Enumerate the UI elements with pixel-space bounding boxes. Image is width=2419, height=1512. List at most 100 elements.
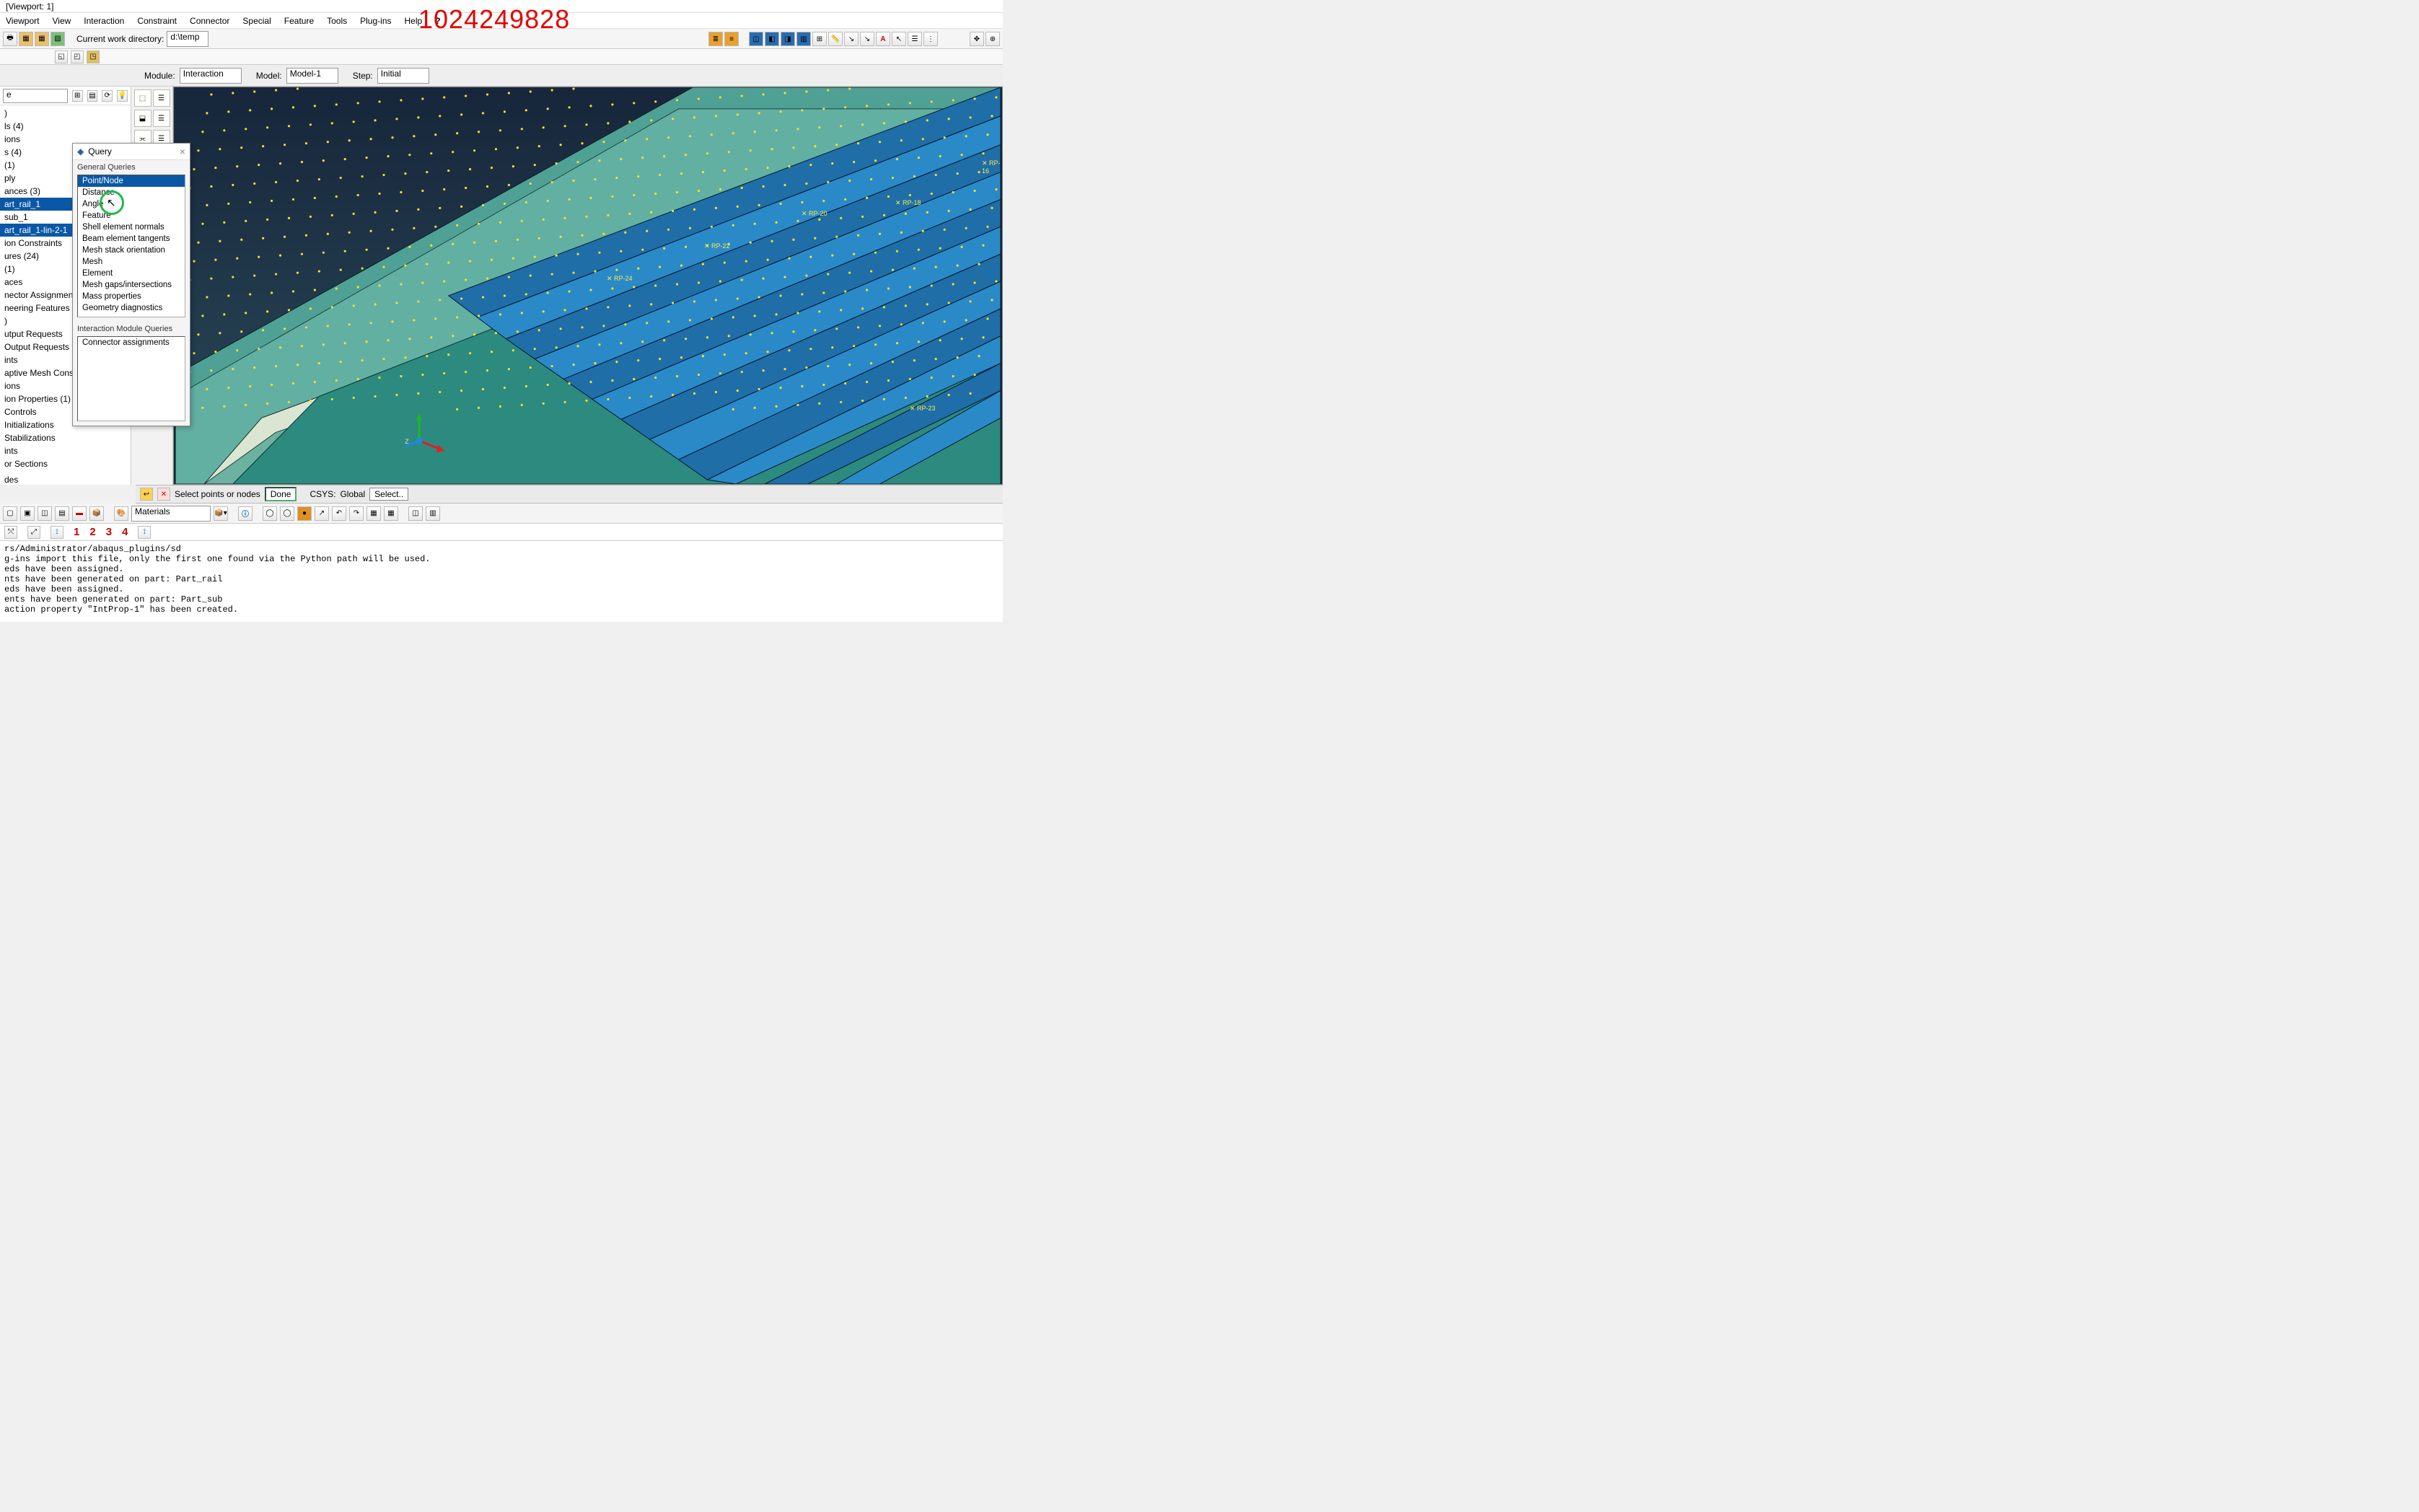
lt-layout2-icon[interactable]: ▥ <box>426 506 440 521</box>
lt-icon-5[interactable]: ▬ <box>72 506 87 521</box>
annotate-a-icon[interactable]: A <box>876 32 890 46</box>
box3-icon[interactable]: ▨ <box>51 32 65 46</box>
query-item[interactable]: Connector assignments <box>78 337 185 348</box>
tree-item[interactable]: or Sections <box>0 457 131 470</box>
shade-icon[interactable]: ≡ <box>724 32 739 46</box>
menu-tools[interactable]: Tools <box>327 16 347 26</box>
lt-circle1-icon[interactable]: ◯ <box>263 506 277 521</box>
message-area[interactable]: rs/Administrator/abaqus_plugins/sd g-ins… <box>0 541 1003 622</box>
query-item[interactable]: Element <box>78 268 185 279</box>
model-select[interactable]: Model-1 <box>286 68 338 84</box>
shade-wire-icon[interactable]: ≣ <box>708 32 723 46</box>
viewport-3d[interactable]: z ✕ RP-14✕ RP-16✕ RP-18✕ RP-20✕ RP-22✕ R… <box>173 87 1003 485</box>
axis-triad-icon[interactable]: ⟟ <box>51 526 63 539</box>
query-item[interactable]: Shell element normals <box>78 221 185 233</box>
query-item[interactable]: Distance <box>78 187 185 198</box>
lt-palette-icon[interactable]: 🎨 <box>114 506 128 521</box>
prompt-cancel-icon[interactable]: ✕ <box>157 488 170 501</box>
tree-item[interactable]: ) <box>0 107 131 120</box>
tree-item[interactable]: ints <box>0 444 131 457</box>
pan-icon[interactable]: ✥ <box>970 32 984 46</box>
menu-interaction[interactable]: Interaction <box>84 16 124 26</box>
query-item[interactable]: Geometry diagnostics <box>78 302 185 314</box>
shaded-cube-icon[interactable]: ◳ <box>87 50 100 63</box>
tree-item[interactable]: des <box>0 473 131 485</box>
query-item[interactable]: Mass properties <box>78 291 185 302</box>
tree-item[interactable]: ls (4) <box>0 120 131 133</box>
axis-triad2-icon[interactable]: ⟟ <box>138 526 151 539</box>
select-csys-button[interactable]: Select.. <box>369 488 408 501</box>
tree-item[interactable]: Stabilizations <box>0 431 131 444</box>
ruler-icon[interactable]: 📏 <box>828 32 843 46</box>
tree-filter-select[interactable]: e <box>3 89 68 103</box>
menu-connector[interactable]: Connector <box>190 16 229 26</box>
cursor-icon[interactable]: ↖ <box>892 32 906 46</box>
datum-4[interactable]: 4 <box>122 526 128 538</box>
lt-icon-6[interactable]: 📦 <box>89 506 104 521</box>
step-select[interactable]: Initial <box>377 68 429 84</box>
arrow-icon[interactable]: ↘ <box>860 32 874 46</box>
menu-constraint[interactable]: Constraint <box>137 16 177 26</box>
tool-create-interaction-icon[interactable]: ⬚ <box>134 89 152 107</box>
tree-lightbulb-icon[interactable]: 💡 <box>117 90 128 102</box>
menu-view[interactable]: View <box>52 16 71 26</box>
query-item[interactable]: Mesh gaps/intersections <box>78 279 185 291</box>
zoom-icon[interactable]: ⊕ <box>985 32 1000 46</box>
datum-1[interactable]: 1 <box>74 526 79 538</box>
tool-constraint-icon[interactable]: ☰ <box>153 110 170 127</box>
axis-icon-1[interactable]: ⤲ <box>4 526 17 539</box>
options-icon[interactable]: ☰ <box>908 32 922 46</box>
materials-select[interactable]: Materials <box>131 506 211 522</box>
box-icon[interactable]: ▦ <box>19 32 33 46</box>
query-item[interactable]: Mesh <box>78 256 185 268</box>
wire-cube-icon[interactable]: ◱ <box>55 50 68 63</box>
print-icon[interactable]: 🖶 <box>3 32 17 46</box>
lt-circle2-icon[interactable]: ◯ <box>280 506 294 521</box>
query-item[interactable]: Angle <box>78 198 185 210</box>
prompt-back-icon[interactable]: ↩ <box>140 488 153 501</box>
lt-info-icon[interactable]: ⓘ <box>238 506 253 521</box>
lt-box-icon[interactable]: 📦▾ <box>214 506 228 521</box>
tool-find-contact-icon[interactable]: ⬓ <box>134 110 152 127</box>
lt-icon-4[interactable]: ▤ <box>55 506 69 521</box>
lt-icon-2[interactable]: ▣ <box>20 506 35 521</box>
datum-3[interactable]: 3 <box>106 526 112 538</box>
lt-arrow-icon[interactable]: ↗ <box>315 506 329 521</box>
tree-icon-1[interactable]: ⊞ <box>72 90 83 102</box>
module-select[interactable]: Interaction <box>180 68 242 84</box>
lt-layout1-icon[interactable]: ◫ <box>408 506 423 521</box>
coord-icon[interactable]: ⊞ <box>812 32 827 46</box>
tool-manager-icon[interactable]: ☰ <box>153 89 170 107</box>
done-button[interactable]: Done <box>265 487 297 501</box>
more-icon[interactable]: ⋮ <box>923 32 938 46</box>
menu-viewport[interactable]: Viewport <box>6 16 39 26</box>
query-item[interactable]: Feature <box>78 210 185 221</box>
query-item[interactable]: Point/Node <box>78 175 185 187</box>
tree-icon-2[interactable]: ▤ <box>87 90 98 102</box>
tree-icon-3[interactable]: ⟳ <box>102 90 113 102</box>
lt-redo-icon[interactable]: ↷ <box>349 506 364 521</box>
lt-icon-1[interactable]: ▢ <box>3 506 17 521</box>
lt-circle3-icon[interactable]: ● <box>297 506 312 521</box>
lt-grid1-icon[interactable]: ▦ <box>366 506 381 521</box>
menu-special[interactable]: Special <box>242 16 271 26</box>
measure-icon[interactable]: ↘ <box>844 32 859 46</box>
lt-icon-3[interactable]: ◫ <box>38 506 52 521</box>
query-item[interactable]: Mesh stack orientation <box>78 245 185 256</box>
perspective1-icon[interactable]: ◫ <box>749 32 763 46</box>
menu-plugins[interactable]: Plug-ins <box>360 16 391 26</box>
general-queries-list[interactable]: Point/NodeDistanceAngleFeatureShell elem… <box>77 175 185 317</box>
perspective4-icon[interactable]: ▥ <box>796 32 811 46</box>
lt-undo-icon[interactable]: ↶ <box>332 506 346 521</box>
query-close-button[interactable]: × <box>180 146 185 157</box>
datum-2[interactable]: 2 <box>89 526 95 538</box>
axis-icon-2[interactable]: ⤢ <box>27 526 40 539</box>
query-item[interactable]: Beam element tangents <box>78 233 185 245</box>
workdir-dropdown[interactable]: d:\temp <box>167 31 208 47</box>
perspective3-icon[interactable]: ◨ <box>781 32 795 46</box>
perspective2-icon[interactable]: ◧ <box>765 32 779 46</box>
box2-icon[interactable]: ▦ <box>35 32 49 46</box>
menu-feature[interactable]: Feature <box>284 16 314 26</box>
hidden-cube-icon[interactable]: ◰ <box>71 50 84 63</box>
lt-grid2-icon[interactable]: ▦ <box>384 506 398 521</box>
